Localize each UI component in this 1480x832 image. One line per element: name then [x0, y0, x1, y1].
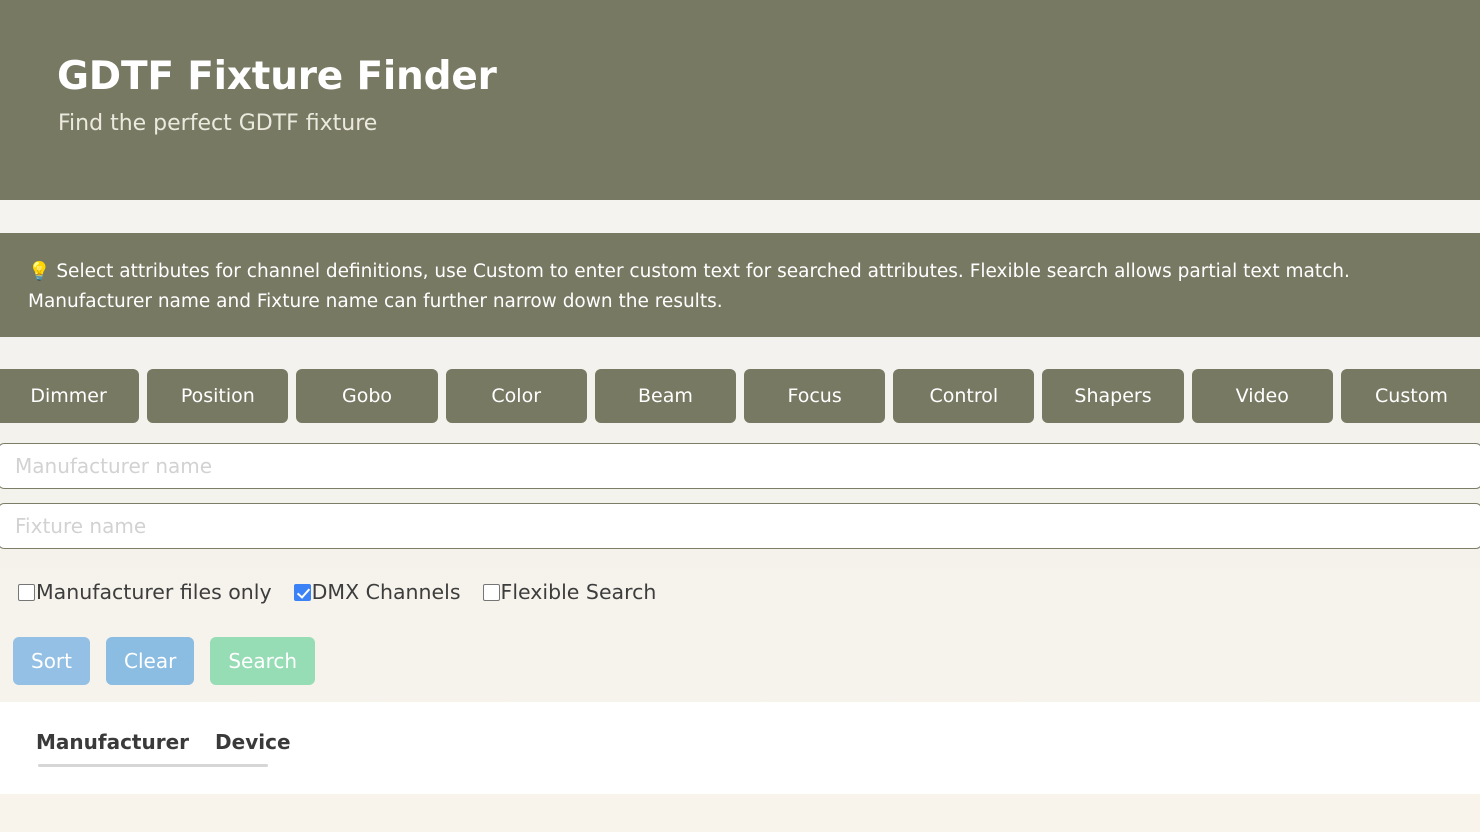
info-banner: 💡 Select attributes for channel definiti…	[0, 233, 1480, 337]
attribute-button-gobo[interactable]: Gobo	[296, 369, 438, 423]
checkbox-item-flexible-search[interactable]: Flexible Search	[482, 580, 657, 604]
checkbox-item-manufacturer-files-only[interactable]: Manufacturer files only	[18, 582, 272, 603]
search-options-row: Manufacturer files only DMX Channels Flexi…	[18, 582, 656, 603]
checkbox-box[interactable]	[18, 583, 35, 601]
clear-button[interactable]: Clear	[106, 637, 195, 685]
sort-button[interactable]: Sort	[13, 637, 90, 685]
results-panel: Manufacturer Device	[0, 702, 1480, 794]
checkbox-item-dmx-channels[interactable]: DMX Channels	[293, 580, 461, 604]
tab-device[interactable]: Device	[215, 730, 290, 758]
app-root: GDTF Fixture Finder Find the perfect GDT…	[0, 0, 1480, 832]
info-banner-message: Select attributes for channel definition…	[28, 261, 1350, 312]
attribute-button-control[interactable]: Control	[893, 369, 1035, 423]
attribute-button-focus[interactable]: Focus	[744, 369, 886, 423]
page-title: GDTF Fixture Finder	[57, 54, 497, 99]
checkbox-label: Flexible Search	[500, 580, 657, 604]
attribute-button-color[interactable]: Color	[445, 369, 587, 423]
fixture-name-input[interactable]	[0, 503, 1480, 549]
page-header: GDTF Fixture Finder Find the perfect GDT…	[0, 0, 1480, 200]
checkbox-box[interactable]	[482, 583, 500, 601]
tab-underline	[38, 764, 268, 767]
attribute-button-custom[interactable]: Custom	[1340, 369, 1480, 423]
info-banner-text: 💡 Select attributes for channel definiti…	[28, 257, 1448, 317]
tab-manufacturer[interactable]: Manufacturer	[36, 730, 189, 758]
attribute-button-shapers[interactable]: Shapers	[1042, 369, 1184, 423]
lightbulb-icon: 💡	[28, 261, 51, 282]
attribute-button-video[interactable]: Video	[1191, 369, 1333, 423]
action-button-row: Sort Clear Search	[13, 637, 316, 685]
page-subtitle: Find the perfect GDTF fixture	[58, 111, 378, 136]
attribute-button-dimmer[interactable]: Dimmer	[0, 369, 140, 423]
attribute-button-row: Dimmer Position Gobo Color Beam Focus Control S…	[0, 369, 1480, 423]
manufacturer-name-input[interactable]	[0, 443, 1480, 489]
attribute-button-position[interactable]: Position	[147, 369, 289, 423]
results-tab-bar: Manufacturer Device	[36, 730, 291, 758]
checkbox-label: Manufacturer files only	[36, 580, 272, 604]
search-button[interactable]: Search	[210, 637, 316, 685]
checkbox-box[interactable]	[293, 583, 311, 601]
checkbox-label: DMX Channels	[311, 580, 461, 604]
attribute-button-beam[interactable]: Beam	[594, 369, 737, 423]
